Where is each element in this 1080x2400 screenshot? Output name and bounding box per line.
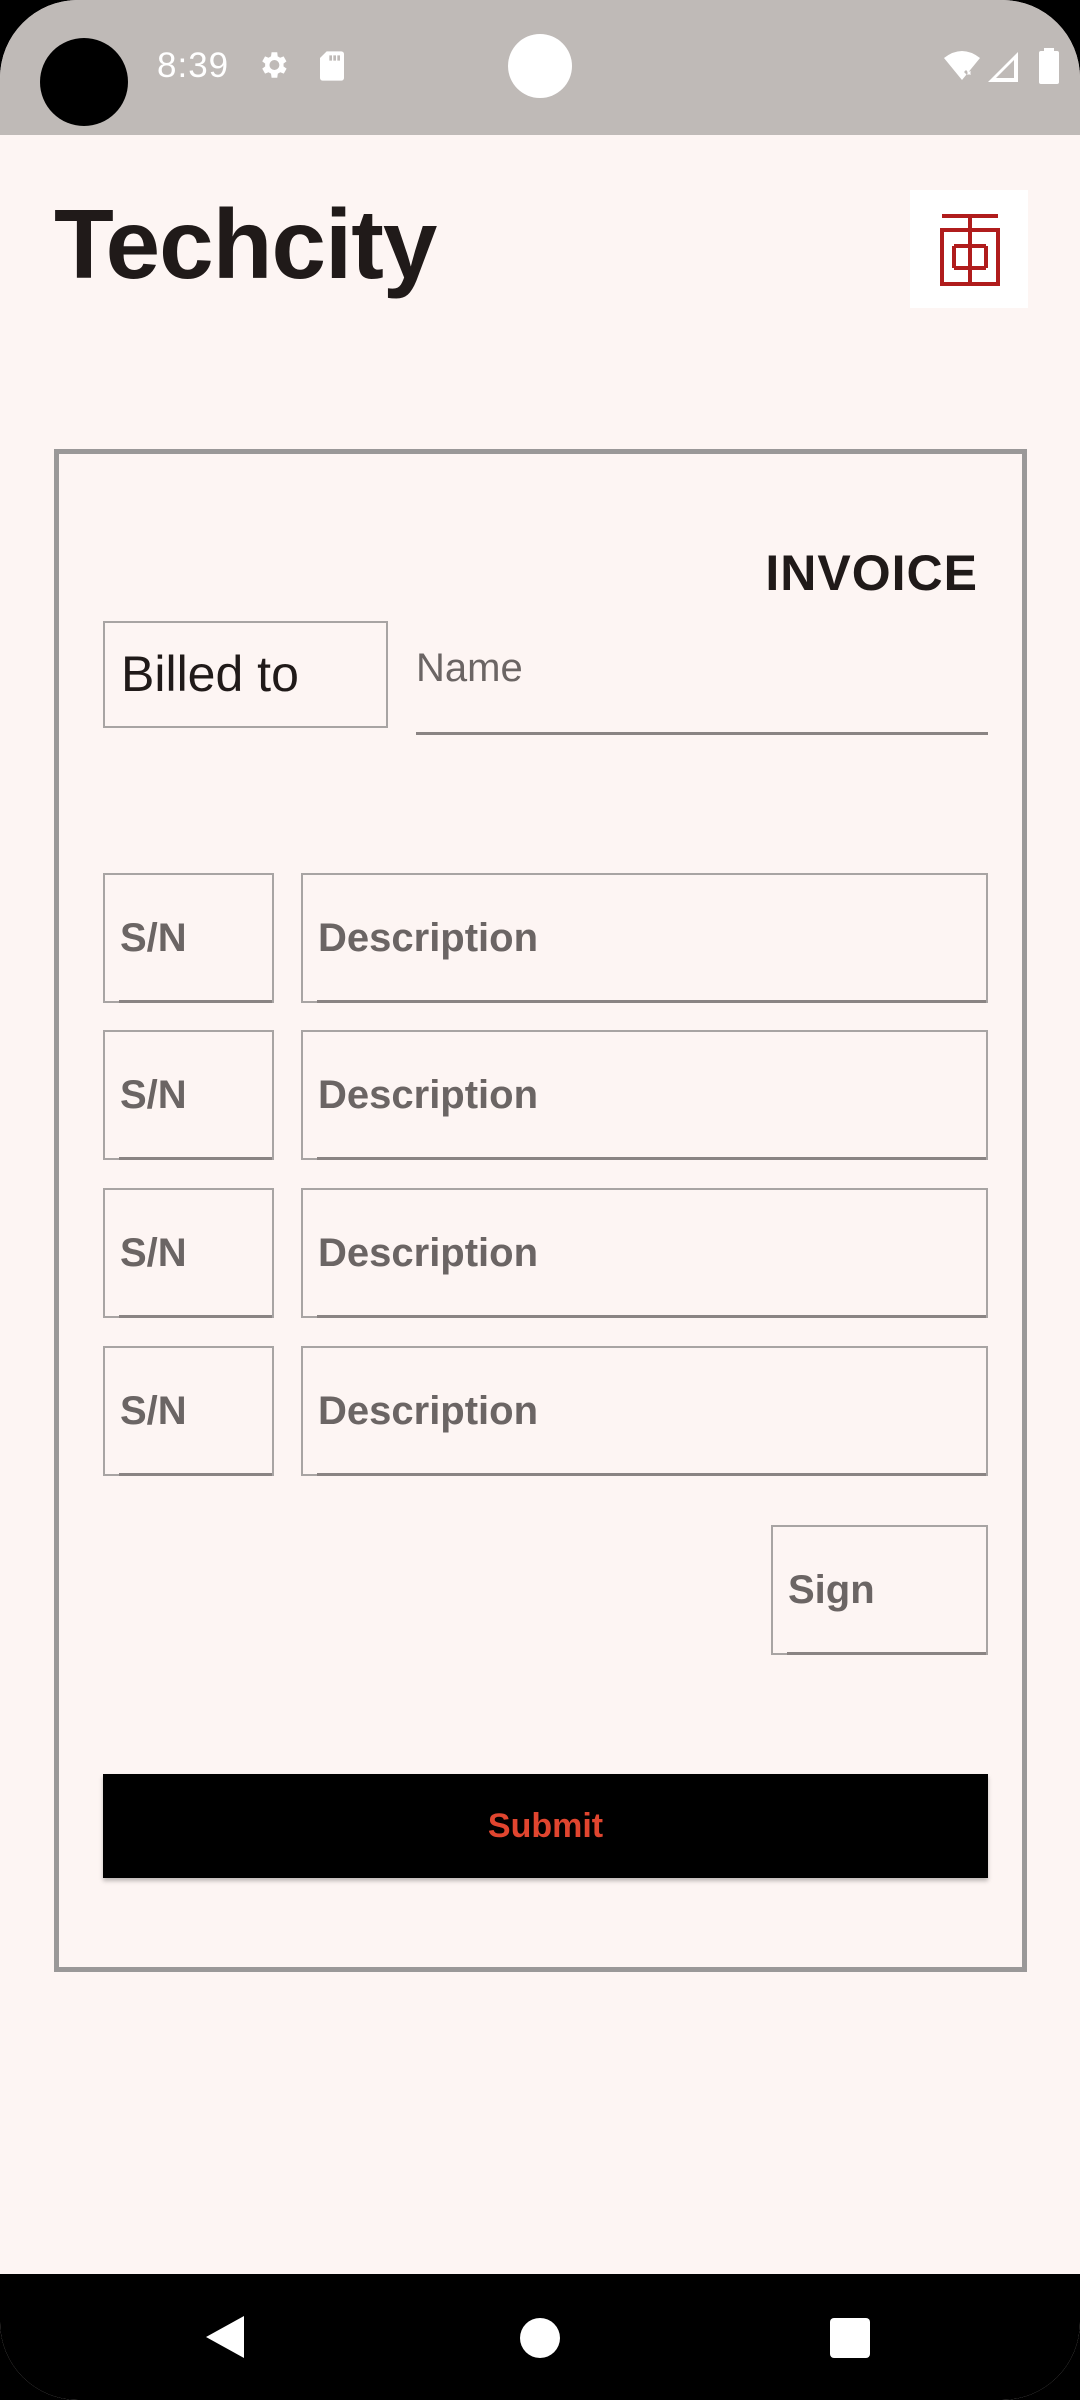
sn-input[interactable] xyxy=(105,1190,272,1316)
description-field[interactable] xyxy=(301,873,988,1003)
submit-button[interactable]: Submit xyxy=(103,1774,988,1878)
sn-input[interactable] xyxy=(105,875,272,1001)
back-icon[interactable] xyxy=(204,2314,246,2365)
front-camera xyxy=(508,34,572,98)
app-title: Techcity xyxy=(54,189,437,299)
phone-screen: 8:39 Techcity INVOICE Billed to Name S/N… xyxy=(0,0,1080,2400)
gear-icon xyxy=(256,48,290,87)
field-underline xyxy=(317,1157,986,1160)
name-field[interactable] xyxy=(416,621,988,735)
camera-cutout xyxy=(40,38,128,126)
sn-input[interactable] xyxy=(105,1032,272,1158)
status-time: 8:39 xyxy=(157,46,230,85)
item-row xyxy=(103,873,988,1003)
description-input[interactable] xyxy=(303,875,986,1001)
item-row xyxy=(103,1346,988,1476)
recents-icon[interactable] xyxy=(830,2318,870,2358)
sign-field[interactable] xyxy=(771,1525,988,1655)
item-row xyxy=(103,1030,988,1160)
description-field[interactable] xyxy=(301,1030,988,1160)
name-input[interactable] xyxy=(416,621,988,732)
sn-field[interactable] xyxy=(103,1346,274,1476)
field-underline xyxy=(119,1000,272,1003)
sd-card-icon xyxy=(318,50,346,87)
sn-field[interactable] xyxy=(103,873,274,1003)
logo xyxy=(910,190,1028,308)
field-underline xyxy=(787,1652,986,1655)
sign-input[interactable] xyxy=(773,1527,986,1653)
seal-logo-icon xyxy=(940,214,1000,286)
description-input[interactable] xyxy=(303,1190,986,1316)
field-underline xyxy=(119,1315,272,1318)
description-input[interactable] xyxy=(303,1348,986,1474)
item-row xyxy=(103,1188,988,1318)
field-underline xyxy=(119,1473,272,1476)
signal-icon xyxy=(986,50,1020,89)
field-underline xyxy=(119,1157,272,1160)
navigation-bar xyxy=(0,2274,1080,2400)
status-bar: 8:39 xyxy=(0,0,1080,135)
wifi-off-icon xyxy=(942,50,982,87)
description-field[interactable] xyxy=(301,1188,988,1318)
sn-field[interactable] xyxy=(103,1030,274,1160)
description-field[interactable] xyxy=(301,1346,988,1476)
field-underline xyxy=(317,1473,986,1476)
billed-to-label: Billed to xyxy=(103,621,388,728)
sn-input[interactable] xyxy=(105,1348,272,1474)
field-underline xyxy=(317,1000,986,1003)
description-input[interactable] xyxy=(303,1032,986,1158)
invoice-card: INVOICE Billed to Name S/N Description S… xyxy=(54,449,1027,1972)
battery-icon xyxy=(1038,48,1060,89)
home-icon[interactable] xyxy=(520,2318,560,2358)
sn-field[interactable] xyxy=(103,1188,274,1318)
invoice-heading: INVOICE xyxy=(765,545,978,601)
field-underline xyxy=(317,1315,986,1318)
